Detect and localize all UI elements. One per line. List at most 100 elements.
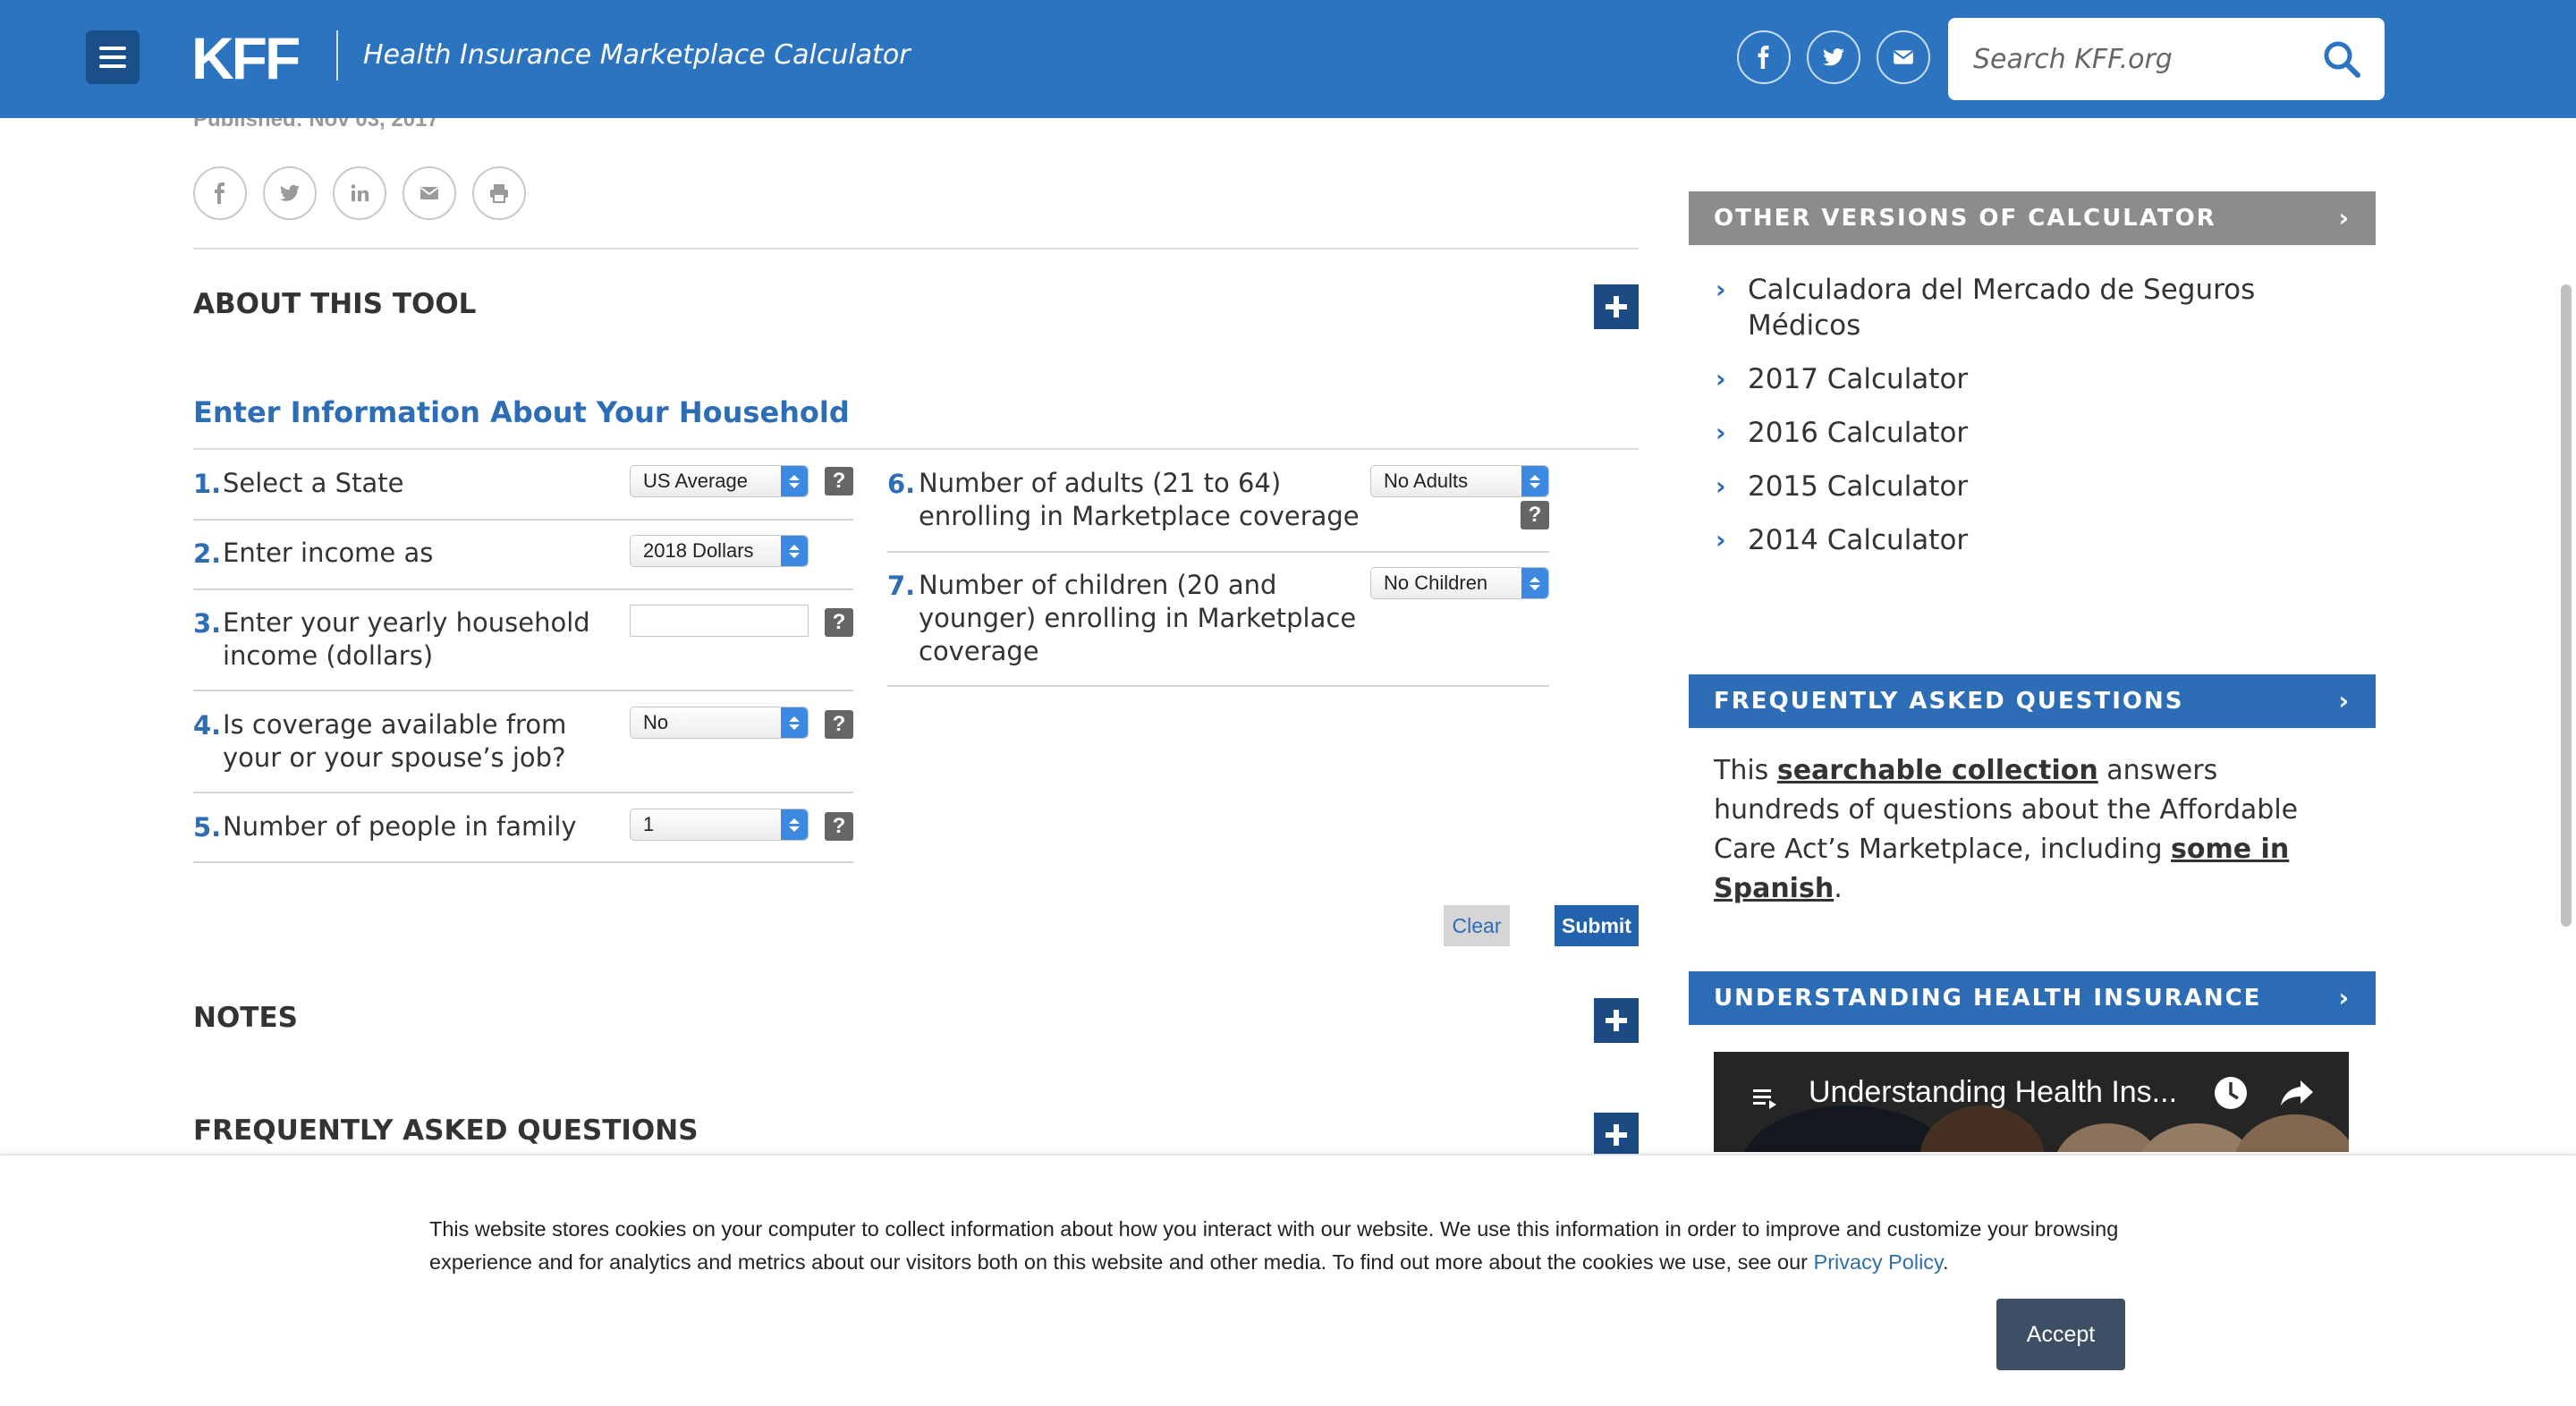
- video-title[interactable]: Understanding Health Ins...: [1809, 1075, 2177, 1110]
- share-facebook-button[interactable]: [193, 166, 247, 220]
- chevron-updown-icon: [781, 707, 808, 738]
- question-label: Select a State: [223, 468, 404, 498]
- twitter-icon: [280, 184, 300, 201]
- sidebar-link-label: 2017 Calculator: [1748, 363, 1969, 395]
- faq-sidebar-title: FREQUENTLY ASKED QUESTIONS: [1714, 688, 2184, 715]
- playlist-icon[interactable]: [1751, 1084, 1778, 1111]
- about-tool-title[interactable]: ABOUT THIS TOOL: [193, 288, 476, 320]
- header-title[interactable]: Health Insurance Marketplace Calculator: [363, 39, 911, 71]
- question-number: 2.: [193, 538, 222, 569]
- help-icon[interactable]: ?: [825, 710, 853, 739]
- job-coverage-select[interactable]: No: [630, 707, 809, 739]
- video-player[interactable]: Understanding Health Ins...: [1714, 1052, 2349, 1152]
- help-icon[interactable]: ?: [1521, 501, 1549, 529]
- header-email-button[interactable]: [1877, 30, 1930, 84]
- chevron-right-icon: ›: [2338, 203, 2351, 233]
- chevron-right-icon: ›: [1716, 525, 1726, 555]
- cookie-message: This website stores cookies on your comp…: [429, 1213, 2138, 1279]
- income-as-select-value: 2018 Dollars: [643, 539, 754, 562]
- header-facebook-button[interactable]: [1737, 30, 1791, 84]
- question-number: 5.: [193, 812, 222, 843]
- family-size-select-value: 1: [643, 813, 655, 835]
- row-divider: [887, 685, 1549, 687]
- facebook-icon: [1758, 46, 1769, 69]
- search-icon[interactable]: [2320, 38, 2363, 80]
- row-divider: [193, 589, 853, 590]
- question-label: Enter income as: [223, 538, 434, 568]
- submit-button[interactable]: Submit: [1555, 905, 1639, 946]
- search-input[interactable]: [1973, 39, 2304, 79]
- other-versions-title: OTHER VERSIONS OF CALCULATOR: [1714, 205, 2216, 232]
- help-icon[interactable]: ?: [825, 812, 853, 841]
- privacy-policy-link[interactable]: Privacy Policy: [1814, 1250, 1944, 1274]
- question-label: coverage: [919, 636, 1039, 666]
- about-tool-expand-button[interactable]: [1594, 284, 1639, 329]
- faq-expand-button[interactable]: [1594, 1113, 1639, 1157]
- cookie-banner: This website stores cookies on your comp…: [0, 1154, 2576, 1406]
- help-icon[interactable]: ?: [825, 467, 853, 495]
- question-label: Number of adults (21 to 64): [919, 468, 1282, 498]
- share-icon[interactable]: [2277, 1073, 2317, 1113]
- children-select[interactable]: No Children: [1370, 567, 1549, 599]
- faq-text-part: .: [1834, 873, 1843, 904]
- share-linkedin-button[interactable]: [333, 166, 386, 220]
- logo-divider: [336, 30, 338, 80]
- divider: [193, 448, 1639, 450]
- other-versions-header[interactable]: OTHER VERSIONS OF CALCULATOR ›: [1689, 191, 2376, 245]
- question-label: income (dollars): [223, 640, 434, 671]
- question-number: 7.: [887, 571, 916, 601]
- cookie-text-end: .: [1943, 1250, 1949, 1274]
- question-label: Enter your yearly household: [223, 607, 590, 638]
- yearly-income-input[interactable]: [630, 605, 809, 637]
- sidebar-link-label: 2016 Calculator: [1748, 417, 1969, 449]
- family-size-select[interactable]: 1: [630, 809, 809, 841]
- row-divider: [193, 792, 853, 793]
- faq-accordion-title[interactable]: FREQUENTLY ASKED QUESTIONS: [193, 1114, 699, 1147]
- print-icon: [490, 184, 508, 203]
- chevron-right-icon: ›: [2338, 983, 2351, 1012]
- question-number: 3.: [193, 608, 222, 639]
- job-coverage-select-value: No: [643, 711, 669, 733]
- kff-logo[interactable]: KFF: [191, 27, 301, 89]
- chevron-right-icon: ›: [1716, 275, 1726, 304]
- menu-button[interactable]: [86, 30, 140, 84]
- header-twitter-button[interactable]: [1807, 30, 1860, 84]
- share-twitter-button[interactable]: [263, 166, 317, 220]
- question-label: Number of people in family: [223, 811, 577, 842]
- notes-title[interactable]: NOTES: [193, 1002, 298, 1034]
- help-icon[interactable]: ?: [825, 608, 853, 637]
- menu-icon-bar: [99, 47, 126, 50]
- question-label: Is coverage available from: [223, 709, 567, 740]
- menu-icon-bar: [99, 64, 126, 68]
- searchable-collection-link[interactable]: searchable collection: [1777, 755, 2098, 786]
- share-email-button[interactable]: [402, 166, 456, 220]
- adults-select[interactable]: No Adults: [1370, 465, 1549, 497]
- plus-icon: [1606, 1010, 1627, 1031]
- chevron-right-icon: ›: [1716, 418, 1726, 447]
- question-number: 1.: [193, 469, 222, 499]
- chevron-right-icon: ›: [1716, 364, 1726, 394]
- understanding-header[interactable]: UNDERSTANDING HEALTH INSURANCE ›: [1689, 971, 2376, 1025]
- scrollbar-thumb[interactable]: [2561, 284, 2572, 927]
- understanding-title: UNDERSTANDING HEALTH INSURANCE: [1714, 985, 2262, 1012]
- income-as-select[interactable]: 2018 Dollars: [630, 535, 809, 567]
- chevron-updown-icon: [781, 536, 808, 566]
- question-label: Number of children (20 and: [919, 570, 1277, 600]
- accept-cookies-button[interactable]: Accept: [1996, 1299, 2125, 1370]
- linkedin-icon: [351, 184, 369, 201]
- notes-expand-button[interactable]: [1594, 998, 1639, 1043]
- clock-icon[interactable]: [2211, 1073, 2250, 1113]
- question-label: your or your spouse’s job?: [223, 742, 566, 773]
- clear-button[interactable]: Clear: [1444, 905, 1510, 946]
- site-header: KFF Health Insurance Marketplace Calcula…: [0, 0, 2576, 118]
- sidebar-link-label: Calculadora del Mercado de Seguros: [1748, 274, 2256, 306]
- email-icon: [1894, 50, 1913, 64]
- menu-icon-bar: [99, 55, 126, 59]
- share-print-button[interactable]: [472, 166, 526, 220]
- divider: [193, 248, 1639, 250]
- faq-text-part: This: [1714, 755, 1777, 786]
- faq-sidebar-header[interactable]: FREQUENTLY ASKED QUESTIONS ›: [1689, 674, 2376, 728]
- chevron-updown-icon: [1521, 466, 1548, 496]
- facebook-icon: [215, 182, 225, 204]
- state-select[interactable]: US Average: [630, 465, 809, 497]
